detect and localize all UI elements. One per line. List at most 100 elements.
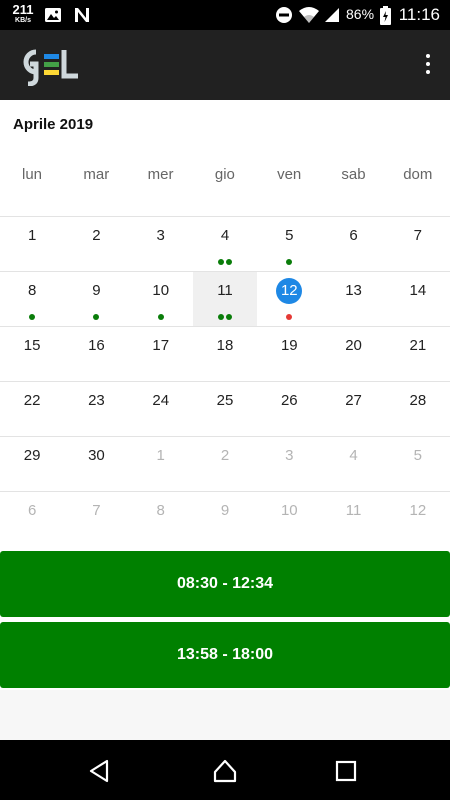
calendar-day[interactable]: 25: [193, 382, 257, 436]
calendar-day[interactable]: 6: [0, 492, 64, 546]
calendar-day[interactable]: 21: [386, 327, 450, 381]
network-speed: 211 KB/s: [11, 3, 35, 24]
calendar-day[interactable]: 2: [64, 217, 128, 271]
calendar-day[interactable]: 6: [321, 217, 385, 271]
status-bar: 211 KB/s 86% 11:16: [0, 0, 450, 30]
weekday-label: ven: [277, 166, 302, 183]
day-number: 4: [220, 227, 230, 244]
battery-charging-icon: [380, 6, 391, 30]
network-speed-value: 211: [12, 2, 34, 17]
day-number: 26: [280, 392, 298, 409]
event-dot: [217, 259, 224, 265]
navigation-bar: [0, 740, 450, 800]
day-number: 22: [23, 392, 41, 409]
calendar-day[interactable]: 29: [0, 437, 64, 491]
time-slot-button[interactable]: 13:58 - 18:00: [0, 622, 450, 688]
day-number: 19: [280, 337, 298, 354]
calendar-day[interactable]: 12: [386, 492, 450, 546]
day-number: 30: [88, 447, 105, 464]
calendar-day[interactable]: 4: [321, 437, 385, 491]
day-number: 7: [92, 502, 101, 519]
calendar-day[interactable]: 3: [129, 217, 193, 271]
calendar-day-selected[interactable]: 11: [192, 272, 258, 326]
clock: 11:16: [398, 5, 440, 24]
calendar-day[interactable]: 14: [386, 272, 450, 326]
calendar-day[interactable]: 8: [129, 492, 193, 546]
calendar-day[interactable]: 2: [193, 437, 257, 491]
bottom-spacer: [0, 690, 450, 740]
day-number: 21: [409, 337, 427, 354]
calendar-day[interactable]: 10: [257, 492, 321, 546]
day-number: 9: [220, 502, 230, 519]
weekday-label: mer: [147, 166, 174, 183]
day-number: 15: [23, 337, 41, 354]
weekday-label: mar: [83, 166, 110, 183]
app-bar: [0, 30, 450, 100]
calendar-week-row: 22 23 24 25 26 27 28: [0, 381, 450, 436]
day-number: 25: [216, 392, 234, 409]
calendar-day[interactable]: 11: [321, 492, 385, 546]
calendar-day[interactable]: 22: [0, 382, 64, 436]
calendar-day[interactable]: 5: [257, 217, 321, 271]
day-number: 11: [345, 502, 362, 519]
time-slot-button[interactable]: 08:30 - 12:34: [0, 551, 450, 617]
day-number: 13: [345, 282, 362, 299]
calendar-day[interactable]: 17: [129, 327, 193, 381]
calendar-day[interactable]: 27: [321, 382, 385, 436]
calendar-day[interactable]: 1: [129, 437, 193, 491]
day-number: 23: [88, 392, 105, 409]
calendar-grid: 1 2 3 4 5 6 7 8 9 10 11 12 13 14 15 16 17 18 19 20 21 22 23 24 2…: [0, 216, 450, 546]
network-speed-unit: KB/s: [15, 17, 31, 24]
event-indicators: [193, 314, 257, 320]
calendar-day[interactable]: 9: [64, 272, 128, 326]
month-title: Aprile 2019: [13, 116, 94, 133]
wifi-icon: [298, 6, 320, 29]
calendar-day[interactable]: 19: [257, 327, 321, 381]
calendar-week-row: 1 2 3 4 5 6 7: [0, 216, 450, 271]
recents-icon[interactable]: [333, 758, 359, 784]
calendar-day[interactable]: 16: [64, 327, 128, 381]
calendar-day[interactable]: 9: [193, 492, 257, 546]
calendar-day[interactable]: 23: [64, 382, 128, 436]
calendar-day[interactable]: 4: [193, 217, 257, 271]
gel-logo: [22, 46, 82, 87]
day-number: 16: [88, 337, 105, 354]
day-number: 3: [285, 447, 294, 464]
calendar-day-today[interactable]: 12: [257, 272, 321, 326]
day-number: 4: [349, 447, 358, 464]
calendar-day[interactable]: 1: [0, 217, 64, 271]
event-indicators: [257, 259, 321, 265]
day-number: 1: [27, 227, 37, 244]
calendar-day[interactable]: 20: [321, 327, 385, 381]
calendar-day[interactable]: 24: [129, 382, 193, 436]
calendar-day[interactable]: 26: [257, 382, 321, 436]
event-indicators: [193, 259, 257, 265]
calendar-day[interactable]: 18: [193, 327, 257, 381]
home-icon[interactable]: [212, 758, 238, 784]
battery-percent: 86%: [346, 6, 375, 22]
calendar-day[interactable]: 5: [386, 437, 450, 491]
overflow-menu-button[interactable]: [420, 50, 436, 80]
weekday-label: sab: [341, 166, 366, 183]
calendar-day[interactable]: 3: [257, 437, 321, 491]
more-vert-dot: [426, 62, 430, 66]
calendar-day[interactable]: 8: [0, 272, 64, 326]
day-number: 8: [156, 502, 165, 519]
event-indicators: [64, 314, 128, 320]
calendar-day[interactable]: 7: [386, 217, 450, 271]
calendar-day[interactable]: 10: [129, 272, 193, 326]
day-number: 1: [156, 447, 165, 464]
event-dot: [286, 314, 293, 320]
calendar-day[interactable]: 13: [321, 272, 385, 326]
calendar-day[interactable]: 7: [64, 492, 128, 546]
calendar-day[interactable]: 30: [64, 437, 128, 491]
day-number: 10: [152, 282, 170, 299]
calendar-week-row: 29 30 1 2 3 4 5: [0, 436, 450, 491]
calendar-day[interactable]: 28: [386, 382, 450, 436]
day-number: 9: [92, 282, 101, 299]
day-number: 2: [92, 227, 101, 244]
event-dot: [157, 314, 164, 320]
calendar-day[interactable]: 15: [0, 327, 64, 381]
calendar-week-row: 6 7 8 9 10 11 12: [0, 491, 450, 546]
back-icon[interactable]: [87, 758, 113, 784]
